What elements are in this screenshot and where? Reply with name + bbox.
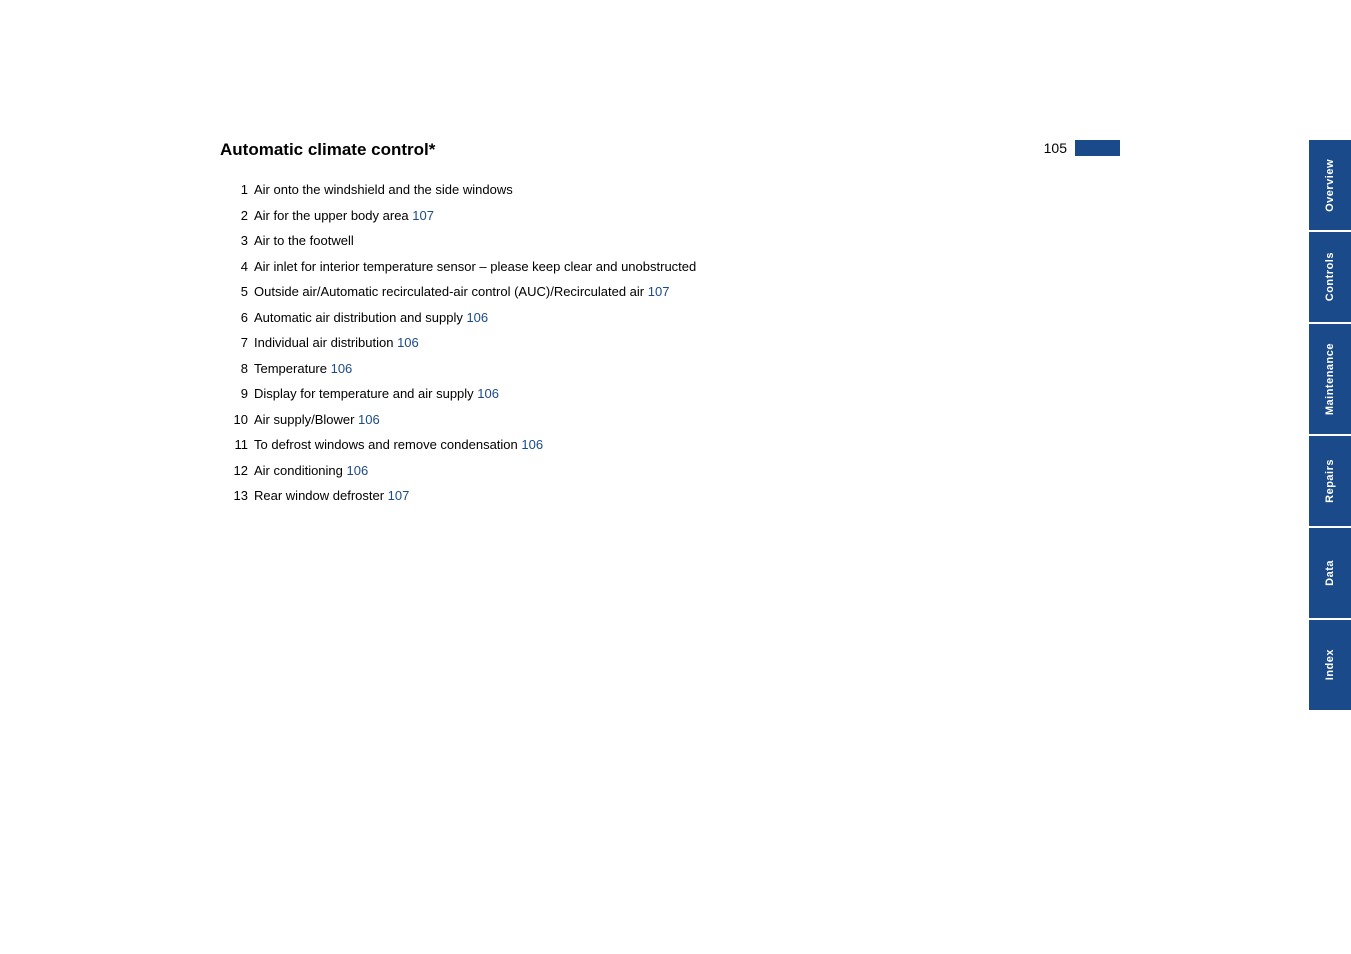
list-item: 13 Rear window defroster 107 xyxy=(220,486,1120,506)
list-item: 12 Air conditioning 106 xyxy=(220,461,1120,481)
tab-label-maintenance: Maintenance xyxy=(1324,331,1336,427)
list-item: 8 Temperature 106 xyxy=(220,359,1120,379)
item-number: 12 xyxy=(220,461,248,481)
item-number: 6 xyxy=(220,308,248,328)
item-text: To defrost windows and remove condensati… xyxy=(254,435,543,455)
tab-index[interactable]: Index xyxy=(1309,620,1351,710)
item-number: 8 xyxy=(220,359,248,379)
list-item: 3 Air to the footwell xyxy=(220,231,1120,251)
item-text: Air conditioning 106 xyxy=(254,461,368,481)
item-page-link[interactable]: 106 xyxy=(358,412,380,427)
tab-controls[interactable]: Controls xyxy=(1309,232,1351,322)
list-item: 11 To defrost windows and remove condensa… xyxy=(220,435,1120,455)
items-list: 1 Air onto the windshield and the side wi… xyxy=(220,180,1120,506)
item-text: Rear window defroster 107 xyxy=(254,486,409,506)
page-header: Automatic climate control* 105 xyxy=(220,140,1120,160)
list-item: 7 Individual air distribution 106 xyxy=(220,333,1120,353)
item-text: Outside air/Automatic recirculated-air c… xyxy=(254,282,669,302)
sidebar-tabs: Overview Controls Maintenance Repairs Data In… xyxy=(1309,0,1351,954)
list-item: 6 Automatic air distribution and supply 1… xyxy=(220,308,1120,328)
item-page-link[interactable]: 107 xyxy=(412,208,434,223)
item-page-link[interactable]: 106 xyxy=(477,386,499,401)
page-number-bar xyxy=(1075,140,1120,156)
item-number: 1 xyxy=(220,180,248,200)
list-item: 1 Air onto the windshield and the side wi… xyxy=(220,180,1120,200)
item-page-link[interactable]: 106 xyxy=(397,335,419,350)
page-title: Automatic climate control* xyxy=(220,140,435,160)
item-number: 2 xyxy=(220,206,248,226)
item-number: 10 xyxy=(220,410,248,430)
item-text: Display for temperature and air supply 1… xyxy=(254,384,499,404)
list-item: 4 Air inlet for interior temperature sens… xyxy=(220,257,1120,277)
item-text: Automatic air distribution and supply 10… xyxy=(254,308,488,328)
page-container: Automatic climate control* 105 1Air onto… xyxy=(0,0,1351,954)
item-text: Air for the upper body area 107 xyxy=(254,206,434,226)
item-page-link[interactable]: 106 xyxy=(331,361,353,376)
item-number: 13 xyxy=(220,486,248,506)
item-number: 4 xyxy=(220,257,248,277)
tab-maintenance[interactable]: Maintenance xyxy=(1309,324,1351,434)
item-page-link[interactable]: 106 xyxy=(521,437,543,452)
main-content: Automatic climate control* 105 1Air onto… xyxy=(220,140,1120,512)
item-text: Air inlet for interior temperature senso… xyxy=(254,257,696,277)
item-text: Individual air distribution 106 xyxy=(254,333,419,353)
item-number: 3 xyxy=(220,231,248,251)
item-page-link[interactable]: 106 xyxy=(466,310,488,325)
item-number: 11 xyxy=(220,435,248,455)
tab-label-overview: Overview xyxy=(1324,147,1336,224)
item-text: Air supply/Blower 106 xyxy=(254,410,380,430)
tab-label-data: Data xyxy=(1324,548,1336,598)
tab-label-repairs: Repairs xyxy=(1324,447,1336,515)
item-number: 7 xyxy=(220,333,248,353)
list-item: 5 Outside air/Automatic recirculated-air … xyxy=(220,282,1120,302)
page-number-text: 105 xyxy=(1044,140,1067,156)
item-page-link[interactable]: 107 xyxy=(388,488,410,503)
list-item: 2 Air for the upper body area 107 xyxy=(220,206,1120,226)
item-number: 9 xyxy=(220,384,248,404)
tab-repairs[interactable]: Repairs xyxy=(1309,436,1351,526)
tab-label-index: Index xyxy=(1324,637,1336,692)
page-number-area: 105 xyxy=(1044,140,1120,156)
tab-overview[interactable]: Overview xyxy=(1309,140,1351,230)
item-number: 5 xyxy=(220,282,248,302)
item-page-link[interactable]: 107 xyxy=(648,284,670,299)
list-item: 10 Air supply/Blower 106 xyxy=(220,410,1120,430)
item-page-link[interactable]: 106 xyxy=(347,463,369,478)
tab-data[interactable]: Data xyxy=(1309,528,1351,618)
item-text: Air onto the windshield and the side win… xyxy=(254,180,513,200)
tab-label-controls: Controls xyxy=(1324,240,1336,313)
item-text: Air to the footwell xyxy=(254,231,354,251)
item-text: Temperature 106 xyxy=(254,359,352,379)
list-item: 9 Display for temperature and air supply … xyxy=(220,384,1120,404)
